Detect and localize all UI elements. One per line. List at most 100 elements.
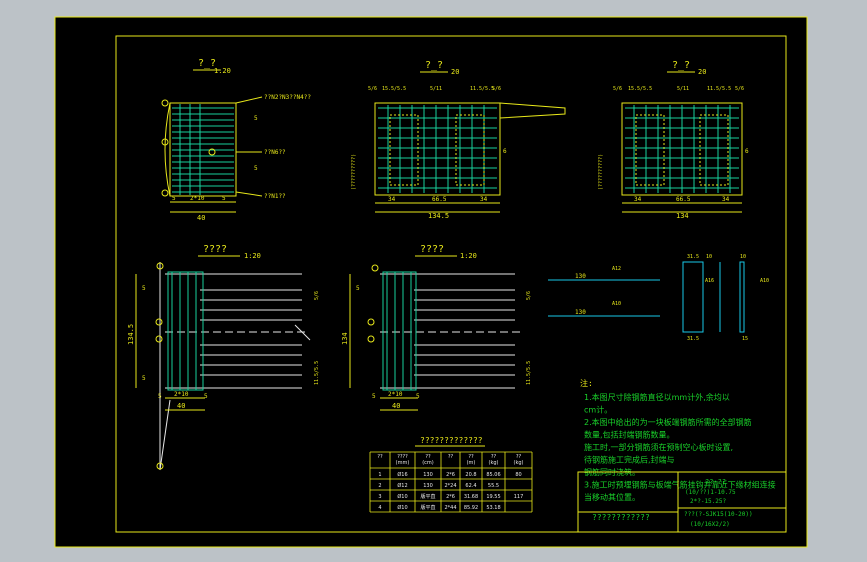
table-cell: 53.18 [486,505,500,511]
section-1-label-n3: ??N1?? [264,193,286,200]
elevation-1-title: ???? [203,244,227,255]
elevation-1-right-a: 5/6 [314,291,320,300]
elevation-1-right-b: 11.5/5.5 [314,361,320,385]
elevation-1-left-a: 5 [142,285,146,292]
table-cell: 117 [514,494,524,500]
elevation-1-bottom-a: 5 [158,393,162,400]
note-line: 1.本图尺寸除钢筋直径以mm计外,余均以 [584,392,730,402]
section-2-top-a: 5/6 [368,86,377,92]
section-2-top-c: 5/11 [430,86,442,92]
section-1-dim-a: 5 [172,195,176,202]
title-block-line-b: (10/??)1-10.75 [685,489,736,496]
section-1-dim-c: 5 [222,195,226,202]
section-3-top-c: 5/11 [677,86,689,92]
elevation-2-scale: 1:20 [460,252,477,260]
table-cell: 版平直 [420,493,435,500]
stirrup-height: 10 [706,254,712,260]
section-2-bottom-d: 34 [388,196,396,203]
table-header-cell: ?? [377,454,383,460]
section-2-top-e: 5/6 [492,86,501,92]
stirrup-tag: A16 [705,278,714,284]
table-cell: 3 [378,494,381,500]
elevation-2-bottom-total: 40 [392,402,400,410]
bar-2-length: 130 [575,309,586,316]
table-cell: 版平直 [420,504,435,511]
table-cell: 130 [423,472,433,478]
elevation-1-bottom-total: 40 [177,402,185,410]
elevation-2-bottom-c: 5 [416,393,420,400]
table-cell: Ø10 [397,493,407,500]
section-2-scale: 20 [451,68,459,76]
section-3-left-total: (??????????) [598,154,604,190]
note-line: 3.施工时预埋钢筋与板端气筋挂钩并靠近下缘材组连接 [584,480,776,490]
bar-2-tag: A10 [612,301,621,307]
table-cell: 2 [378,483,381,489]
title-block-drawing-name: ???????????? [592,513,650,522]
section-1-scale: 1:20 [214,67,231,75]
table-cell: 2*24 [444,483,456,489]
elevation-1-bottom-c: 5 [204,393,208,400]
table-cell: 1 [378,472,381,478]
table-cell: 55.5 [488,483,499,489]
elevation-1-left-total: 134.5 [127,324,135,345]
stirrup-tag-2: A10 [760,278,769,284]
section-1-dim-b: 2*10 [190,195,205,202]
note-line: 2.本图中给出的为一块板端钢筋所需的全部钢筋 [584,417,752,427]
table-cell: Ø16 [397,471,407,478]
stirrup-bottom: 31.5 [687,336,699,342]
note-line: 数量,包括封端钢筋数量。 [584,430,675,440]
elevation-2-left-a: 5 [356,285,360,292]
section-2-bottom-b: 66.5 [432,196,447,203]
table-cell: Ø12 [397,482,407,489]
section-3-scale: 20 [698,68,706,76]
elevation-2-title: ???? [420,244,444,255]
elevation-1-left-b: 5 [142,375,146,382]
table-cell: 31.68 [464,494,478,500]
note-line: 待钢筋施工完成后,封端与 [584,455,675,465]
section-1-label-n2: ??N6?? [264,149,286,156]
table-cell: 2*6 [446,494,455,500]
note-line: 当移动其位置。 [584,492,640,502]
table-cell: 19.55 [486,494,500,500]
table-cell: 85.06 [486,472,500,478]
table-cell: 4 [378,505,381,511]
table-cell: 62.4 [465,483,476,489]
elevation-2-right-b: 11.5/5.5 [526,361,532,385]
section-3-top-a: 5/6 [613,86,622,92]
title-block-line-d: ???(?-SJK15(10-20)) [684,511,753,518]
table-header-cell: ?? [448,454,454,460]
table-cell: 80 [515,472,521,478]
elevation-1-scale: 1:20 [244,252,261,260]
notes-heading: 注: [580,378,593,388]
table-cell: 85.92 [464,505,478,511]
title-block-line-a: ??-?? [705,478,726,486]
section-2-title: ?_? [425,60,443,71]
table-header-cell: ???? (mm) [396,454,410,466]
cad-drawing-viewport[interactable]: ?_? 1:20 ??N2?N3??N4?? ??N6?? ??N1?? 5 2… [0,0,867,562]
elevation-2-right-a: 5/6 [526,291,532,300]
section-2-bottom-total: 134.5 [428,212,449,220]
section-1-dim-total: 40 [197,214,205,222]
elevation-1-bottom-b: 2*10 [174,391,189,398]
section-3-bottom-d: 34 [634,196,642,203]
note-line: 施工时,一部分钢筋须在预制空心板时设置, [584,442,733,452]
section-3-bottom-total: 134 [676,212,689,220]
section-3-top-b: 15.5/5.5 [628,86,652,92]
title-block-line-c: 2*?-15.25? [690,498,727,505]
section-1-dim-right-a: 5 [254,115,258,122]
section-3-bottom-e: 34 [722,196,730,203]
note-line: cm计。 [584,405,612,415]
bar-1-length: 130 [575,273,586,280]
stirrup-inner: 15 [742,336,748,342]
elevation-2-left-total: 134 [341,332,349,345]
elevation-2-bottom-b: 2*10 [388,391,403,398]
elevation-2-bottom-a: 5 [372,393,376,400]
stirrup-width: 31.5 [687,254,699,260]
table-cell: 130 [423,483,433,489]
table-cell: Ø10 [397,504,407,511]
section-2-top-d: 11.5/5.5 [470,86,494,92]
section-2-right-label: 6 [503,148,507,155]
section-2-top-b: 15.5/5.5 [382,86,406,92]
section-3-top-e: 5/6 [735,86,744,92]
table-title: ????????????? [420,436,483,445]
